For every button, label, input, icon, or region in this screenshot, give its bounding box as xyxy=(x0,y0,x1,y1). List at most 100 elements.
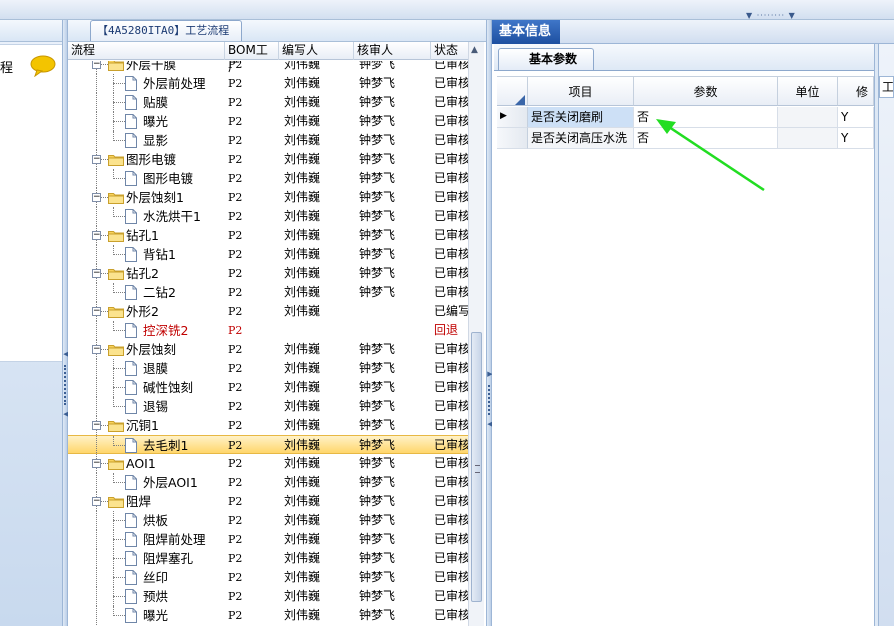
tree-group-row[interactable]: − 沉铜1 P2 刘伟巍 钟梦飞 已审核 xyxy=(68,416,481,435)
params-col-param[interactable]: 参数 xyxy=(634,76,778,106)
collapse-toggle-icon[interactable]: − xyxy=(92,61,101,69)
folder-icon xyxy=(108,497,124,508)
tree-group-row[interactable]: − 钻孔2 P2 刘伟巍 钟梦飞 已审核 xyxy=(68,264,481,283)
tree-group-row[interactable]: − 外层蚀刻1 P2 刘伟巍 钟梦飞 已审核 xyxy=(68,188,481,207)
params-col-unit[interactable]: 单位 xyxy=(778,76,838,106)
row-selector[interactable] xyxy=(497,128,528,149)
collapse-toggle-icon[interactable]: − xyxy=(92,155,101,164)
tree-step-row[interactable]: 贴膜 P2 刘伟巍 钟梦飞 已审核 xyxy=(68,93,481,112)
tab-process-flow[interactable]: 【4A5280ITA0】工艺流程 xyxy=(90,20,242,41)
reviewer-name: 钟梦飞 xyxy=(359,361,396,375)
tree-group-row[interactable]: − 外形2 P2 刘伟巍 已编写 xyxy=(68,302,481,321)
collapse-toggle-icon[interactable]: − xyxy=(92,459,101,468)
param-modify-cell[interactable]: Y xyxy=(838,107,874,128)
tree-step-row[interactable]: 阻焊前处理 P2 刘伟巍 钟梦飞 已审核 xyxy=(68,530,481,549)
tree-step-row[interactable]: 烘板 P2 刘伟巍 钟梦飞 已审核 xyxy=(68,511,481,530)
tree-step-row[interactable]: 去毛刺1 P2 刘伟巍 钟梦飞 已审核 xyxy=(68,435,481,455)
step-name: 退膜 xyxy=(143,361,169,376)
tree-group-row[interactable]: − 外层干膜 P2 刘伟巍 钟梦飞 已审核 xyxy=(68,61,481,74)
param-item-cell[interactable]: 是否关闭高压水洗 xyxy=(528,128,634,149)
param-unit-cell[interactable] xyxy=(778,128,838,149)
row-selector[interactable]: ▶ xyxy=(497,107,528,128)
tree-step-row[interactable]: 丝印 P2 刘伟巍 钟梦飞 已审核 xyxy=(68,568,481,587)
params-col-item[interactable]: 项目 xyxy=(528,76,634,106)
step-name: 烘板 xyxy=(143,513,169,528)
tree-step-row[interactable]: 阻焊塞孔 P2 刘伟巍 钟梦飞 已审核 xyxy=(68,549,481,568)
reviewer-name: 钟梦飞 xyxy=(359,608,396,622)
col-header-flow[interactable]: 流程 xyxy=(68,42,225,60)
writer-name: 刘伟巍 xyxy=(284,475,321,489)
writer-name: 刘伟巍 xyxy=(284,608,321,622)
bom-factory: P2 xyxy=(228,609,243,622)
tree-step-row[interactable]: 外层前处理 P2 刘伟巍 钟梦飞 已审核 xyxy=(68,74,481,93)
scrollbar-thumb[interactable] xyxy=(471,332,482,602)
writer-name: 刘伟巍 xyxy=(284,456,321,470)
collapse-grip[interactable]: ▼ ········ ▼ xyxy=(746,12,806,20)
left-panel-header xyxy=(0,20,65,42)
tree-step-row[interactable]: 背钻1 P2 刘伟巍 钟梦飞 已审核 xyxy=(68,245,481,264)
params-col-modify[interactable]: 修 xyxy=(838,76,874,106)
writer-name: 刘伟巍 xyxy=(284,570,321,584)
tree-step-row[interactable]: 控深铣2 P2 回退 xyxy=(68,321,481,340)
process-grid-scrollbar[interactable]: ▲ xyxy=(468,42,484,626)
step-name: 二钻2 xyxy=(143,285,176,300)
collapse-toggle-icon[interactable]: − xyxy=(92,345,101,354)
collapse-toggle-icon[interactable]: − xyxy=(92,269,101,278)
collapse-toggle-icon[interactable]: − xyxy=(92,231,101,240)
document-icon xyxy=(125,76,137,91)
param-unit-cell[interactable] xyxy=(778,107,838,128)
tree-step-row[interactable]: 曝光 P2 刘伟巍 钟梦飞 已审核 xyxy=(68,606,481,625)
params-corner-header[interactable] xyxy=(497,76,528,106)
chat-bubble-icon[interactable] xyxy=(30,55,56,77)
tree-step-row[interactable]: 碱性蚀刻 P2 刘伟巍 钟梦飞 已审核 xyxy=(68,378,481,397)
writer-name: 刘伟巍 xyxy=(284,61,321,71)
tree-group-row[interactable]: − 钻孔1 P2 刘伟巍 钟梦飞 已审核 xyxy=(68,226,481,245)
tree-group-row[interactable]: − 外层蚀刻 P2 刘伟巍 钟梦飞 已审核 xyxy=(68,340,481,359)
writer-name: 刘伟巍 xyxy=(284,399,321,413)
param-modify-cell[interactable]: Y xyxy=(838,128,874,149)
tree-step-row[interactable]: 二钻2 P2 刘伟巍 钟梦飞 已审核 xyxy=(68,283,481,302)
bom-factory: P2 xyxy=(228,400,243,413)
step-name: 外层干膜 xyxy=(126,61,177,72)
param-item-cell[interactable]: 是否关闭磨刷 xyxy=(528,107,634,128)
collapse-toggle-icon[interactable]: − xyxy=(92,307,101,316)
tab-basic-info[interactable]: 基本信息 xyxy=(492,20,560,44)
tab-basic-params[interactable]: 基本参数 xyxy=(498,48,594,70)
folder-icon xyxy=(108,269,124,280)
collapse-toggle-icon[interactable]: − xyxy=(92,497,101,506)
tree-group-row[interactable]: − 阻焊 P2 刘伟巍 钟梦飞 已审核 xyxy=(68,492,481,511)
collapse-toggle-icon[interactable]: − xyxy=(92,421,101,430)
bom-factory: P2 xyxy=(228,267,243,280)
tree-step-row[interactable]: 曝光 P2 刘伟巍 钟梦飞 已审核 xyxy=(68,112,481,131)
tree-step-row[interactable]: 水洗烘干1 P2 刘伟巍 钟梦飞 已审核 xyxy=(68,207,481,226)
writer-name: 刘伟巍 xyxy=(284,361,321,375)
tree-group-row[interactable]: − 图形电镀 P2 刘伟巍 钟梦飞 已审核 xyxy=(68,150,481,169)
scroll-up-arrow-icon[interactable]: ▲ xyxy=(471,45,478,55)
tree-step-row[interactable]: 图形电镀 P2 刘伟巍 钟梦飞 已审核 xyxy=(68,169,481,188)
folder-icon xyxy=(108,61,124,71)
tree-step-row[interactable]: 退膜 P2 刘伟巍 钟梦飞 已审核 xyxy=(68,359,481,378)
reviewer-name: 钟梦飞 xyxy=(359,438,396,452)
reviewer-name: 钟梦飞 xyxy=(359,114,396,128)
document-icon xyxy=(125,475,137,490)
col-header-writer[interactable]: 编写人 xyxy=(279,42,354,60)
writer-name: 刘伟巍 xyxy=(284,171,321,185)
far-right-tab[interactable]: 工 xyxy=(879,76,894,98)
col-header-bom[interactable]: BOM工厂 xyxy=(225,42,279,74)
bom-factory: P2 xyxy=(228,533,243,546)
tree-step-row[interactable]: 退锡 P2 刘伟巍 钟梦飞 已审核 xyxy=(68,397,481,416)
tree-step-row[interactable]: 显影 P2 刘伟巍 钟梦飞 已审核 xyxy=(68,131,481,150)
step-name: 外层蚀刻1 xyxy=(126,190,184,205)
writer-name: 刘伟巍 xyxy=(284,438,321,452)
step-name: 背钻1 xyxy=(143,247,176,262)
bom-factory: P2 xyxy=(228,77,243,90)
step-name: 阻焊塞孔 xyxy=(143,551,194,566)
collapse-toggle-icon[interactable]: − xyxy=(92,193,101,202)
tree-step-row[interactable]: 预烘 P2 刘伟巍 钟梦飞 已审核 xyxy=(68,587,481,606)
document-icon xyxy=(125,380,137,395)
tree-group-row[interactable]: − AOI1 P2 刘伟巍 钟梦飞 已审核 xyxy=(68,454,481,473)
step-name: 沉铜1 xyxy=(126,418,159,433)
bom-factory: P2 xyxy=(228,590,243,603)
col-header-reviewer[interactable]: 核审人 xyxy=(354,42,431,60)
tree-step-row[interactable]: 外层AOI1 P2 刘伟巍 钟梦飞 已审核 xyxy=(68,473,481,492)
